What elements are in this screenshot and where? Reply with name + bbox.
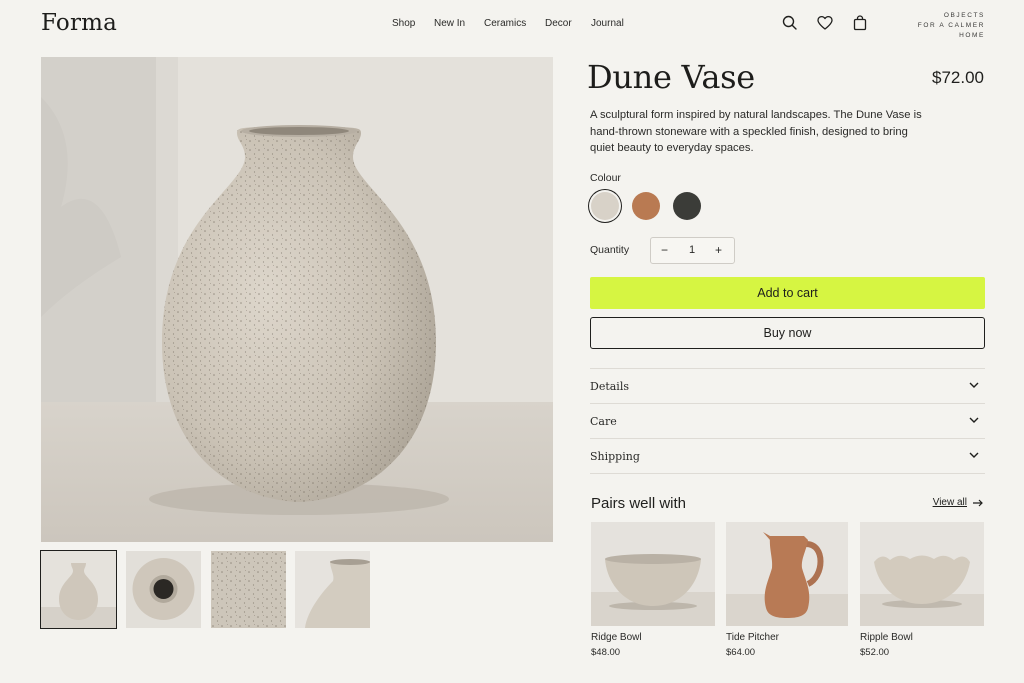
accordion-care-label: Care [590, 415, 617, 428]
product-card-price: $52.00 [860, 647, 890, 658]
product-card-name: Tide Pitcher [726, 632, 779, 643]
thumbnail-2[interactable] [126, 551, 201, 628]
pairs-title: Pairs well with [591, 495, 687, 512]
accordion-details[interactable]: Details [590, 368, 985, 403]
accordion-care[interactable]: Care [590, 403, 985, 438]
product-card-ripple-bowl[interactable]: Ripple Bowl $52.00 [860, 522, 984, 658]
product-card-name: Ridge Bowl [591, 632, 642, 643]
heart-icon[interactable] [816, 14, 834, 32]
arrow-right-icon [973, 499, 983, 506]
product-price: $72.00 [932, 68, 984, 87]
search-icon[interactable] [781, 14, 799, 32]
product-card-tide-pitcher[interactable]: Tide Pitcher $64.00 [726, 522, 848, 658]
view-all-label[interactable]: View all [933, 497, 967, 508]
accordion-shipping[interactable]: Shipping [590, 438, 985, 473]
product-card-image[interactable] [860, 522, 984, 626]
colour-swatch-charcoal[interactable] [673, 192, 701, 220]
colour-swatch-terracotta[interactable] [632, 192, 660, 220]
product-card-image[interactable] [726, 522, 848, 626]
accordion-shipping-label: Shipping [590, 450, 640, 463]
product-card-price: $64.00 [726, 647, 756, 658]
nav-journal[interactable]: Journal [591, 18, 624, 29]
product-title: Dune Vase [587, 58, 755, 96]
product-description: A sculptural form inspired by natural la… [590, 109, 922, 155]
decrement-button[interactable]: − [661, 243, 668, 257]
product-card-name: Ripple Bowl [860, 632, 913, 643]
quantity-label: Quantity [590, 244, 630, 256]
chevron-down-icon [969, 382, 979, 388]
thumbnail-3[interactable] [211, 551, 286, 628]
product-card-image[interactable] [591, 522, 715, 626]
increment-button[interactable]: + [715, 243, 722, 257]
colour-swatch-stone[interactable] [591, 192, 619, 220]
nav-decor[interactable]: Decor [545, 18, 572, 29]
thumbnail-4[interactable] [295, 551, 370, 628]
product-card-ridge-bowl[interactable]: Ridge Bowl $48.00 [591, 522, 715, 658]
chevron-down-icon [969, 452, 979, 458]
brand-logo[interactable]: Forma [41, 10, 117, 36]
nav-new-in[interactable]: New In [434, 18, 465, 29]
view-all-link[interactable]: View all [933, 497, 984, 508]
accordion-divider [590, 473, 985, 474]
colour-label: Colour [590, 172, 621, 184]
product-card-price: $48.00 [591, 647, 621, 658]
bag-icon[interactable] [851, 14, 869, 32]
chevron-down-icon [969, 417, 979, 423]
thumbnail-1[interactable] [40, 550, 117, 629]
buy-now-button[interactable]: Buy now [590, 317, 985, 349]
nav-ceramics[interactable]: Ceramics [484, 18, 526, 29]
brand-tagline: OBJECTS FOR A CALMER HOME [917, 12, 985, 39]
accordion-details-label: Details [590, 380, 629, 393]
quantity-stepper: − 1 + [650, 237, 735, 264]
quantity-value[interactable]: 1 [689, 244, 695, 256]
nav-shop[interactable]: Shop [392, 18, 415, 29]
add-to-cart-button[interactable]: Add to cart [590, 277, 985, 309]
product-main-image[interactable] [41, 57, 553, 542]
